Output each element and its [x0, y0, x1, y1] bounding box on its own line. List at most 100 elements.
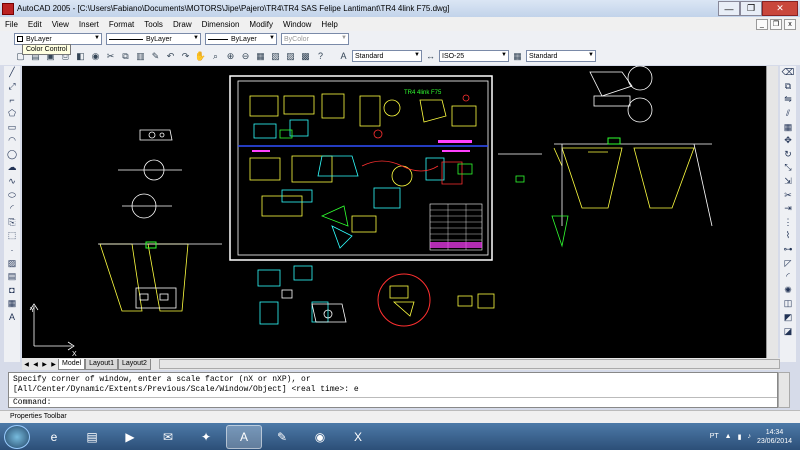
- offset-icon[interactable]: ⫽: [782, 107, 795, 121]
- last-tab-button[interactable]: ▶: [49, 361, 58, 368]
- polyline-icon[interactable]: ⌐: [6, 93, 19, 107]
- first-tab-button[interactable]: ◀: [22, 361, 31, 368]
- menu-modify[interactable]: Modify: [244, 20, 278, 29]
- zoom-previous-icon[interactable]: ⊖: [239, 50, 252, 63]
- copy-object-icon[interactable]: ⧉: [782, 80, 795, 94]
- thunderbird-icon[interactable]: ✉: [150, 425, 186, 449]
- next-tab-button[interactable]: ▶: [40, 361, 49, 368]
- rotate-icon[interactable]: ↻: [782, 148, 795, 162]
- insert-block-icon[interactable]: ⎘: [6, 216, 19, 230]
- menu-format[interactable]: Format: [104, 20, 139, 29]
- start-button[interactable]: [4, 424, 30, 449]
- move-icon[interactable]: ✥: [782, 134, 795, 148]
- excel-icon[interactable]: X: [340, 425, 376, 449]
- linetype-control[interactable]: ByLayer ▼: [106, 33, 201, 45]
- toolpalette-icon[interactable]: ▨: [284, 50, 297, 63]
- trim-icon[interactable]: ✂: [782, 188, 795, 202]
- command-window[interactable]: Specify corner of window, enter a scale …: [8, 372, 778, 408]
- menu-edit[interactable]: Edit: [23, 20, 47, 29]
- join-icon[interactable]: ⊶: [782, 243, 795, 257]
- volume-icon[interactable]: ♪: [747, 433, 751, 440]
- designcenter-icon[interactable]: ▧: [269, 50, 282, 63]
- zoom-realtime-icon[interactable]: ⌕: [209, 50, 222, 63]
- table-style-control[interactable]: Standard ▼: [526, 50, 596, 62]
- tab-model[interactable]: Model: [58, 358, 86, 370]
- revcloud-icon[interactable]: ☁: [6, 161, 19, 175]
- erase-icon[interactable]: ⌫: [782, 66, 795, 80]
- menu-draw[interactable]: Draw: [168, 20, 197, 29]
- hatch-icon[interactable]: ▨: [6, 256, 19, 270]
- rectangle-icon[interactable]: ▭: [6, 120, 19, 134]
- menu-file[interactable]: File: [0, 20, 23, 29]
- ie-icon[interactable]: e: [36, 425, 72, 449]
- tray-arrow-icon[interactable]: ▲: [725, 433, 732, 440]
- firefox-icon[interactable]: ◉: [302, 425, 338, 449]
- array-icon[interactable]: ▦: [782, 120, 795, 134]
- command-scrollbar[interactable]: [778, 372, 790, 408]
- tab-layout2[interactable]: Layout2: [118, 358, 151, 370]
- preview-icon[interactable]: ◧: [74, 50, 87, 63]
- make-block-icon[interactable]: ⬚: [6, 229, 19, 243]
- paste-icon[interactable]: ▥: [134, 50, 147, 63]
- horizontal-scrollbar[interactable]: [158, 359, 780, 369]
- pan-icon[interactable]: ✋: [194, 50, 207, 63]
- menu-window[interactable]: Window: [278, 20, 316, 29]
- app-icon[interactable]: ✦: [188, 425, 224, 449]
- language-indicator[interactable]: PT: [710, 433, 719, 440]
- media-player-icon[interactable]: ▶: [112, 425, 148, 449]
- properties-icon[interactable]: ▦: [254, 50, 267, 63]
- break-point-icon[interactable]: ⋮: [782, 216, 795, 230]
- explorer-icon[interactable]: ▤: [74, 425, 110, 449]
- tab-layout1[interactable]: Layout1: [85, 358, 118, 370]
- prev-tab-button[interactable]: ◀: [31, 361, 40, 368]
- autocad-taskbar-icon[interactable]: A: [226, 424, 262, 449]
- table-icon[interactable]: ▦: [6, 297, 19, 311]
- copy-icon[interactable]: ⧉: [119, 50, 132, 63]
- gradient-icon[interactable]: ▤: [6, 270, 19, 284]
- close-button[interactable]: ✕: [762, 1, 798, 16]
- circle-icon[interactable]: ◯: [6, 148, 19, 162]
- layer-previous-icon[interactable]: ◩: [782, 311, 795, 325]
- markup-icon[interactable]: ▩: [299, 50, 312, 63]
- chamfer-icon[interactable]: ◸: [782, 256, 795, 270]
- explode-icon[interactable]: ✺: [782, 284, 795, 298]
- menu-tools[interactable]: Tools: [139, 20, 168, 29]
- polygon-icon[interactable]: ⬠: [6, 107, 19, 121]
- dim-style-control[interactable]: ISO-25 ▼: [439, 50, 509, 62]
- ellipse-icon[interactable]: ⬭: [6, 188, 19, 202]
- lineweight-control[interactable]: ByLayer ▼: [205, 33, 277, 45]
- matchprop-icon[interactable]: ✎: [149, 50, 162, 63]
- menu-view[interactable]: View: [47, 20, 74, 29]
- paint-icon[interactable]: ✎: [264, 425, 300, 449]
- construction-line-icon[interactable]: ⤢: [6, 80, 19, 94]
- vertical-scrollbar[interactable]: [766, 66, 778, 358]
- drawing-canvas[interactable]: TR4 4link F75 Y X: [22, 66, 766, 358]
- draw-order-icon[interactable]: ◪: [782, 324, 795, 338]
- menu-help[interactable]: Help: [316, 20, 342, 29]
- doc-restore-button[interactable]: ❐: [770, 18, 782, 30]
- undo-icon[interactable]: ↶: [164, 50, 177, 63]
- publish-icon[interactable]: ◉: [89, 50, 102, 63]
- ellipse-arc-icon[interactable]: ◜: [6, 202, 19, 216]
- fillet-icon[interactable]: ◜: [782, 270, 795, 284]
- plotstyle-control[interactable]: ByColor ▼: [281, 33, 349, 45]
- doc-minimize-button[interactable]: _: [756, 18, 768, 30]
- point-icon[interactable]: ·: [6, 243, 19, 257]
- mtext-icon[interactable]: A: [6, 311, 19, 325]
- region-icon[interactable]: ◘: [6, 284, 19, 298]
- menu-dimension[interactable]: Dimension: [197, 20, 245, 29]
- scale-icon[interactable]: ⤡: [782, 161, 795, 175]
- doc-close-button[interactable]: x: [784, 18, 796, 30]
- cut-icon[interactable]: ✂: [104, 50, 117, 63]
- command-prompt[interactable]: Command:: [9, 397, 777, 407]
- text-style-control[interactable]: Standard ▼: [352, 50, 422, 62]
- minimize-button[interactable]: —: [718, 1, 740, 16]
- restore-button[interactable]: ❐: [740, 1, 762, 16]
- network-icon[interactable]: ▮: [738, 433, 742, 441]
- spline-icon[interactable]: ∿: [6, 175, 19, 189]
- zoom-window-icon[interactable]: ⊕: [224, 50, 237, 63]
- mirror-icon[interactable]: ⇋: [782, 93, 795, 107]
- stretch-icon[interactable]: ⇲: [782, 175, 795, 189]
- extend-icon[interactable]: ⇥: [782, 202, 795, 216]
- layers-icon[interactable]: ◫: [782, 297, 795, 311]
